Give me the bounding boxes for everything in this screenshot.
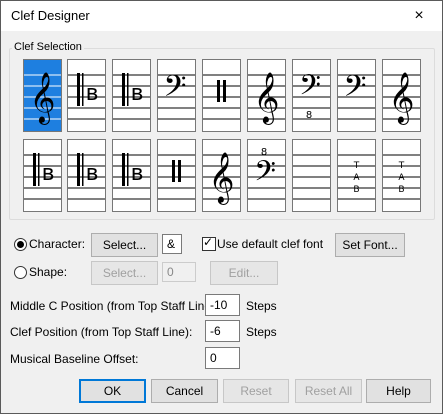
blank-icon — [293, 154, 330, 200]
bass-clef-icon: 𝄢 — [158, 70, 195, 120]
character-label: Character: — [29, 237, 86, 251]
shape-select-button[interactable]: Select... — [91, 261, 158, 285]
shape-label: Shape: — [29, 265, 68, 279]
bass-clef-icon: 𝄢 — [338, 70, 375, 120]
middle-c-field[interactable]: -10 — [205, 294, 240, 316]
clef-cell-treble-clef[interactable]: 𝄞 — [23, 59, 62, 132]
title-bar: Clef Designer × — [1, 1, 442, 31]
clef-cell-c-clef[interactable]: ʙ — [67, 139, 106, 212]
character-radio[interactable] — [14, 238, 27, 251]
svg-text:𝄢: 𝄢 — [299, 69, 321, 109]
c-clef-icon: ʙ — [68, 153, 105, 200]
svg-text:𝄢: 𝄢 — [254, 155, 276, 195]
middle-c-label: Middle C Position (from Top Staff Line): — [10, 299, 219, 313]
clef-cell-treble-clef-8vb[interactable]: 𝄞 — [202, 139, 241, 212]
shape-value-field[interactable]: 0 — [162, 262, 196, 282]
shape-edit-button[interactable]: Edit... — [210, 261, 278, 285]
clef-cell-blank[interactable] — [292, 139, 331, 212]
svg-text:𝄞: 𝄞 — [208, 152, 234, 205]
clef-cell-bass-clef-8vb[interactable]: 𝄢 8 — [292, 59, 331, 132]
svg-text:8: 8 — [261, 147, 267, 158]
svg-text:T: T — [398, 161, 405, 171]
svg-text:ʙ: ʙ — [86, 161, 99, 186]
clef-cell-percussion-clef[interactable] — [157, 139, 196, 212]
baseline-offset-field[interactable]: 0 — [205, 347, 240, 369]
clef-cell-bass-clef-8va[interactable]: 𝄢 8 — [247, 139, 286, 212]
clef-cell-tab-clef[interactable]: TAB — [382, 139, 421, 212]
clef-cell-c-clef[interactable]: ʙ — [67, 59, 106, 132]
use-default-font-label: Use default clef font — [217, 237, 324, 251]
svg-text:T: T — [353, 161, 360, 171]
percussion-clef-icon — [203, 74, 240, 120]
svg-text:𝄞: 𝄞 — [29, 72, 55, 125]
clef-cell-treble-clef[interactable]: 𝄞 — [382, 59, 421, 132]
treble-clef-icon: 𝄞 — [383, 72, 420, 125]
character-select-button[interactable]: Select... — [91, 233, 158, 257]
clef-selection-label: Clef Selection — [12, 41, 84, 53]
treble-clef-icon: 𝄞 — [248, 72, 285, 125]
use-default-font-checkbox[interactable] — [202, 235, 216, 251]
help-button[interactable]: Help — [366, 379, 431, 403]
clef-cell-bass-clef[interactable]: 𝄢 — [337, 59, 376, 132]
c-clef-icon: ʙ — [113, 73, 150, 120]
svg-text:ʙ: ʙ — [42, 161, 55, 186]
clef-position-unit: Steps — [246, 325, 277, 339]
svg-text:A: A — [398, 173, 405, 183]
svg-text:ʙ: ʙ — [86, 81, 99, 106]
clef-cell-tab-clef[interactable]: TAB — [337, 139, 376, 212]
clef-cell-c-clef[interactable]: ʙ — [112, 59, 151, 132]
clef-cell-bass-clef[interactable]: 𝄢 — [157, 59, 196, 132]
baseline-offset-label: Musical Baseline Offset: — [10, 352, 139, 366]
svg-text:B: B — [398, 185, 404, 195]
clef-cell-treble-clef[interactable]: 𝄞 — [247, 59, 286, 132]
clef-position-field[interactable]: -6 — [205, 320, 240, 342]
percussion-clef-icon — [158, 154, 195, 200]
svg-text:A: A — [353, 173, 360, 183]
reset-all-button[interactable]: Reset All — [295, 379, 362, 403]
set-font-button[interactable]: Set Font... — [335, 233, 405, 257]
c-clef-icon: ʙ — [113, 153, 150, 200]
reset-button[interactable]: Reset — [223, 379, 289, 403]
cancel-button[interactable]: Cancel — [151, 379, 218, 403]
shape-radio[interactable] — [14, 266, 27, 279]
svg-text:𝄞: 𝄞 — [388, 72, 414, 125]
svg-text:𝄢: 𝄢 — [163, 70, 186, 111]
clef-position-label: Clef Position (from Top Staff Line): — [10, 325, 193, 339]
clef-cell-percussion-clef[interactable] — [202, 59, 241, 132]
svg-text:ʙ: ʙ — [131, 161, 144, 186]
svg-text:B: B — [353, 185, 359, 195]
ok-button[interactable]: OK — [79, 379, 146, 403]
treble-clef-icon: 𝄞 — [24, 72, 61, 125]
clef-cell-c-clef[interactable]: ʙ — [112, 139, 151, 212]
treble-clef-8vb-icon: 𝄞 — [203, 152, 240, 205]
c-clef-icon: ʙ — [24, 153, 61, 200]
svg-text:ʙ: ʙ — [131, 81, 144, 106]
svg-text:𝄞: 𝄞 — [253, 72, 279, 125]
tab-clef-icon: TAB — [383, 154, 420, 200]
window-title: Clef Designer — [11, 8, 90, 23]
tab-clef-icon: TAB — [338, 154, 375, 200]
svg-text:8: 8 — [306, 110, 312, 121]
c-clef-icon: ʙ — [68, 73, 105, 120]
middle-c-unit: Steps — [246, 299, 277, 313]
character-value-field[interactable]: & — [162, 234, 182, 254]
close-icon[interactable]: × — [396, 1, 442, 31]
bass-clef-8va-icon: 𝄢8 — [248, 147, 285, 200]
svg-text:𝄢: 𝄢 — [343, 70, 366, 111]
bass-clef-8vb-icon: 𝄢8 — [293, 69, 330, 121]
clef-cell-c-clef[interactable]: ʙ — [23, 139, 62, 212]
